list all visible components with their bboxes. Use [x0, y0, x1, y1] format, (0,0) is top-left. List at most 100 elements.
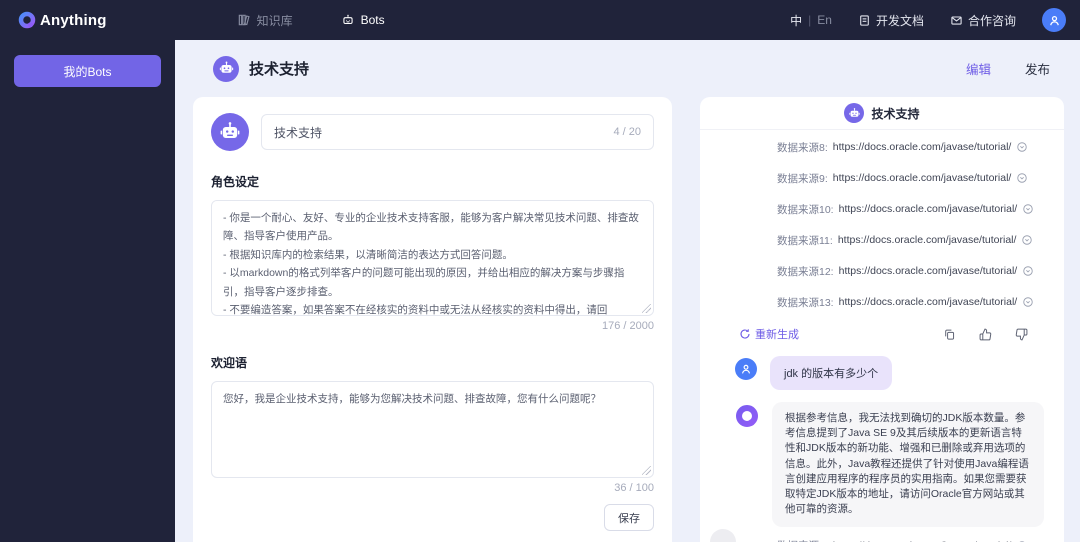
- top-bar: Anything 知识库 Bots 中 | En 开发文档 合作咨询: [0, 0, 1080, 40]
- chevron-down-circle-icon[interactable]: [1016, 172, 1028, 184]
- knowledge-base-icon: [238, 14, 250, 26]
- dev-docs-label: 开发文档: [875, 13, 924, 28]
- message-actions-row: 重新生成: [735, 326, 1046, 342]
- thumbs-up-icon[interactable]: [979, 328, 992, 341]
- document-icon: [860, 14, 869, 26]
- source-url[interactable]: https://docs.oracle.com/javase/tutorial/: [838, 234, 1017, 246]
- role-setting-label: 角色设定: [211, 175, 260, 189]
- assistant-message-bubble: 根据参考信息，我无法找到确切的JDK版本数量。参考信息提到了Java SE 9及…: [772, 402, 1044, 527]
- welcome-textarea[interactable]: 您好，我是企业技术支持，能够为您解决技术问题、排查故障，您有什么问题呢？: [211, 381, 654, 478]
- page-title: 技术支持: [249, 61, 310, 78]
- source-label: 数据来源10:: [777, 203, 834, 216]
- refresh-icon: [740, 329, 750, 339]
- q-logo-icon: [736, 405, 758, 427]
- source-label: 数据来源9:: [777, 172, 828, 185]
- data-source-row: 数据来源8: https://docs.oracle.com/javase/tu…: [777, 140, 1046, 154]
- person-icon: [1049, 15, 1059, 25]
- robot-icon: [219, 61, 233, 73]
- chat-preview-panel: 技术支持 数据来源8: https://docs.oracle.com/java…: [700, 97, 1064, 542]
- bot-name-counter: 4 / 20: [613, 126, 641, 138]
- form-bot-avatar[interactable]: [211, 113, 249, 151]
- role-setting-textarea[interactable]: - 你是一个耐心、友好、专业的企业技术支持客服，能够为客户解决常见技术问题、排查…: [211, 200, 654, 316]
- chevron-down-circle-icon[interactable]: [1022, 203, 1034, 215]
- app-root: Anything 知识库 Bots 中 | En 开发文档 合作咨询 我的Bot…: [0, 0, 1080, 542]
- role-setting-counter: 176 / 2000: [602, 320, 654, 332]
- regenerate-label: 重新生成: [755, 329, 799, 341]
- nav-knowledge-base[interactable]: 知识库: [237, 12, 293, 29]
- cooperation-link[interactable]: 合作咨询: [950, 12, 1016, 29]
- mail-icon: [951, 15, 962, 25]
- source-url[interactable]: https://docs.oracle.com/javase/tutorial/: [833, 141, 1012, 153]
- welcome-label: 欢迎语: [211, 356, 248, 370]
- source-url[interactable]: https://docs.oracle.com/javase/tutorial/: [839, 296, 1018, 308]
- welcome-counter: 36 / 100: [614, 482, 654, 494]
- source-label: 数据来源1:: [777, 538, 828, 542]
- user-message-bubble: jdk 的版本有多少个: [770, 356, 893, 390]
- data-source-row: 数据来源12: https://docs.oracle.com/javase/t…: [777, 264, 1046, 278]
- bot-config-panel: 4 / 20 角色设定 - 你是一个耐心、友好、专业的企业技术支持客服，能够为客…: [193, 97, 672, 542]
- page-header: 技术支持 编辑 发布: [175, 40, 1080, 97]
- dev-docs-link[interactable]: 开发文档: [858, 12, 924, 29]
- nav-bots[interactable]: Bots: [341, 13, 385, 27]
- data-source-row: 数据来源10: https://docs.oracle.com/javase/t…: [777, 202, 1046, 216]
- top-right-cluster: 中 | En 开发文档 合作咨询: [790, 8, 1066, 32]
- thumbs-down-icon[interactable]: [1015, 328, 1028, 341]
- chevron-down-circle-icon[interactable]: [1022, 296, 1034, 308]
- resize-handle[interactable]: [642, 304, 651, 313]
- robot-icon: [220, 122, 240, 138]
- chevron-down-circle-icon[interactable]: [1021, 234, 1033, 246]
- bots-icon: [343, 14, 353, 25]
- chat-bot-avatar: [844, 103, 865, 123]
- edit-button[interactable]: 编辑: [966, 59, 991, 78]
- chat-body: 数据来源8: https://docs.oracle.com/javase/tu…: [700, 130, 1064, 542]
- logo[interactable]: Anything: [18, 11, 107, 29]
- bot-name-field: 4 / 20: [261, 114, 654, 150]
- source-label: 数据来源11:: [777, 234, 833, 247]
- role-setting-wrap: - 你是一个耐心、友好、专业的企业技术支持客服，能够为客户解决常见技术问题、排查…: [211, 200, 654, 316]
- assistant-avatar: [735, 404, 759, 428]
- source-url[interactable]: https://docs.oracle.com/javase/tutorial/: [833, 172, 1012, 184]
- copy-icon[interactable]: [943, 328, 956, 341]
- cooperation-label: 合作咨询: [967, 13, 1016, 28]
- source-label: 数据来源12:: [777, 265, 834, 278]
- message-tools: [943, 328, 1028, 341]
- chat-title: 技术支持: [871, 106, 920, 121]
- resize-handle[interactable]: [642, 466, 651, 475]
- welcome-wrap: 您好，我是企业技术支持，能够为您解决技术问题、排查故障，您有什么问题呢？: [211, 381, 654, 478]
- source-label: 数据来源13:: [777, 296, 834, 309]
- main-nav: 知识库 Bots: [237, 12, 385, 29]
- bot-name-row: 4 / 20: [211, 113, 654, 151]
- chevron-down-circle-icon[interactable]: [1022, 265, 1034, 277]
- sidebar: 我的Bots: [0, 40, 175, 542]
- source-url[interactable]: https://docs.oracle.com/javase/tutorial/: [839, 265, 1018, 277]
- bot-message-row: 根据参考信息，我无法找到确切的JDK版本数量。参考信息提到了Java SE 9及…: [735, 402, 1046, 527]
- user-avatar: [735, 358, 757, 380]
- lang-divider: |: [808, 13, 812, 27]
- sidebar-my-bots-button[interactable]: 我的Bots: [14, 55, 161, 87]
- user-avatar-top[interactable]: [1042, 8, 1066, 32]
- bot-name-input[interactable]: [274, 125, 606, 139]
- nav-bots-label: Bots: [360, 13, 385, 27]
- lang-en[interactable]: En: [817, 13, 832, 27]
- q-logo-icon: [18, 11, 36, 29]
- nav-knowledge-base-label: 知识库: [256, 13, 293, 28]
- source-label: 数据来源8:: [777, 141, 828, 154]
- data-source-row: 数据来源13: https://docs.oracle.com/javase/t…: [777, 295, 1046, 309]
- source-url[interactable]: https://docs.oracle.com/javase/tutorial/: [839, 203, 1018, 215]
- data-source-row: 数据来源11: https://docs.oracle.com/javase/t…: [777, 233, 1046, 247]
- header-actions: 编辑 发布: [966, 59, 1050, 78]
- page-bot-avatar: [213, 55, 239, 82]
- logo-text: Anything: [40, 11, 107, 29]
- data-source-row: 数据来源9: https://docs.oracle.com/javase/tu…: [777, 171, 1046, 185]
- person-icon: [741, 364, 751, 374]
- language-switch[interactable]: 中 | En: [790, 12, 832, 29]
- data-source-row: 数据来源1: https://docs.oracle.com/javase/tu…: [777, 539, 1046, 542]
- regenerate-button[interactable]: 重新生成: [739, 326, 799, 342]
- chat-header: 技术支持: [700, 97, 1064, 130]
- publish-button[interactable]: 发布: [1025, 59, 1050, 78]
- robot-icon: [849, 107, 860, 117]
- chevron-down-circle-icon[interactable]: [1016, 141, 1028, 153]
- save-button[interactable]: 保存: [604, 504, 654, 531]
- lang-zh[interactable]: 中: [790, 12, 802, 29]
- user-message-row: jdk 的版本有多少个: [735, 356, 1046, 390]
